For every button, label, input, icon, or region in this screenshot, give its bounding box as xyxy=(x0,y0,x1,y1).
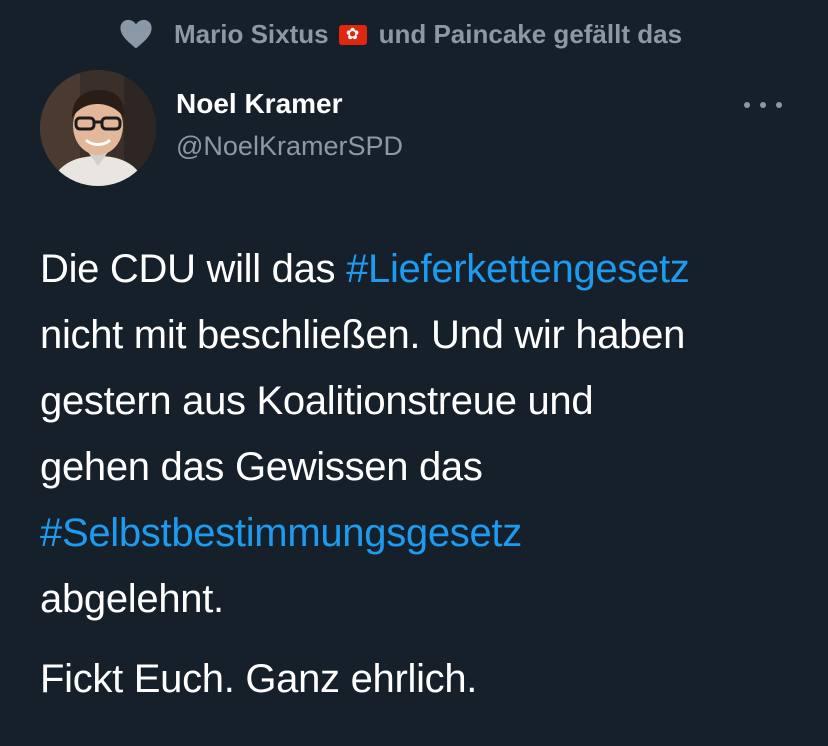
tweet: Mario Sixtus und Paincake gefällt das No… xyxy=(0,0,828,746)
avatar[interactable] xyxy=(40,70,156,186)
hong-kong-flag-icon xyxy=(338,24,367,45)
tweet-line: abgelehnt. xyxy=(40,577,224,621)
liked-by-rest: und Paincake gefällt das xyxy=(378,18,683,49)
author-handle[interactable]: @NoelKramerSPD xyxy=(176,131,403,162)
hashtag-link[interactable]: #Lieferkettengesetz xyxy=(346,247,690,291)
tweet-line: nicht mit beschließen. Und wir haben xyxy=(40,313,686,357)
tweet-line: Die CDU will das xyxy=(40,247,347,291)
tweet-line: gehen das Gewissen das xyxy=(40,445,483,489)
hashtag-link[interactable]: #Selbstbestimmungsgesetz xyxy=(40,511,522,555)
more-options-icon[interactable] xyxy=(740,92,786,118)
tweet-line: Fickt Euch. Ganz ehrlich. xyxy=(40,657,478,701)
heart-icon xyxy=(120,19,152,49)
tweet-text: Die CDU will das #Lieferkettengesetz nic… xyxy=(40,236,810,712)
liked-by-user[interactable]: Mario Sixtus xyxy=(174,19,329,50)
tweet-paragraph: Die CDU will das #Lieferkettengesetz nic… xyxy=(40,236,810,632)
social-context: Mario Sixtus und Paincake gefällt das xyxy=(118,16,682,52)
tweet-paragraph: Fickt Euch. Ganz ehrlich. xyxy=(40,646,810,712)
author-name[interactable]: Noel Kramer xyxy=(176,88,343,120)
tweet-line: gestern aus Koalitionstreue und xyxy=(40,379,594,423)
